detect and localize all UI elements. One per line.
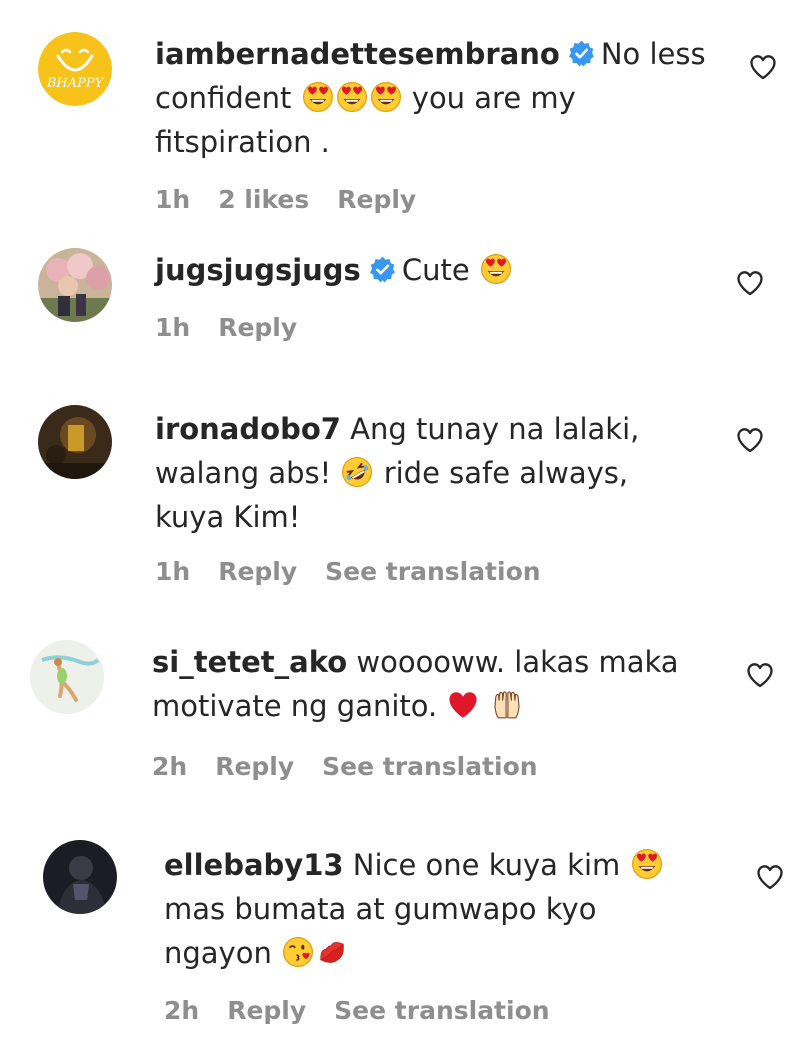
see-translation-button[interactable]: See translation — [322, 752, 537, 781]
comment-line: iambernadettesembrano No less — [155, 32, 706, 76]
comment-text-line: Nice one kuya kim — [352, 848, 621, 882]
comment-line: si_tetet_ako wooooww. lakas maka — [152, 640, 679, 684]
avatar[interactable] — [30, 640, 104, 714]
username-link[interactable]: jugsjugsjugs — [155, 253, 361, 287]
red-heart-emoji — [447, 689, 479, 721]
heart-outline-icon[interactable] — [756, 864, 784, 890]
avatar-logo-text: BHAPPY — [46, 76, 105, 91]
verified-badge-icon — [568, 40, 595, 67]
heart-eyes-emoji — [336, 81, 368, 113]
timestamp: 2h — [152, 752, 188, 781]
username-link[interactable]: ellebaby13 — [164, 848, 344, 882]
timestamp: 2h — [164, 996, 200, 1025]
comment-text-line: ride safe always, — [383, 456, 629, 490]
heart-eyes-emoji — [480, 253, 512, 285]
comment-text-line: No less — [600, 37, 706, 71]
comment-text-line: confident — [155, 81, 292, 115]
username-link[interactable]: si_tetet_ako — [152, 645, 347, 679]
comment-line: confident you are my — [155, 76, 706, 120]
comment-text-line: walang abs! — [155, 456, 332, 490]
timestamp: 1h — [155, 185, 191, 214]
heart-outline-icon[interactable] — [746, 662, 774, 688]
comment-line: fitspiration . — [155, 120, 706, 164]
heart-outline-icon[interactable] — [749, 54, 777, 80]
comment-line: ellebaby13 Nice one kuya kim — [164, 843, 664, 887]
comment-text-line: mas bumata at gumwapo kyo — [164, 892, 597, 926]
heart-eyes-emoji — [370, 81, 402, 113]
comment-text: ellebaby13 Nice one kuya kim mas bumata … — [164, 843, 664, 975]
comment-text: si_tetet_ako wooooww. lakas maka motivat… — [152, 640, 679, 728]
verified-badge-icon — [369, 256, 396, 283]
avatar[interactable] — [38, 405, 112, 479]
comment-text: iambernadettesembrano No less confident y… — [155, 32, 706, 164]
comment-text-line: motivate ng ganito. — [152, 689, 438, 723]
comment-line: ironadobo7 Ang tunay na lalaki, — [155, 407, 639, 451]
comment-text-line: Cute — [401, 253, 470, 287]
comment-line: walang abs! ride safe always, — [155, 451, 639, 495]
reply-button[interactable]: Reply — [215, 752, 294, 781]
timestamp: 1h — [155, 557, 191, 586]
comment-line: ngayon — [164, 931, 664, 975]
heart-outline-icon[interactable] — [736, 427, 764, 453]
reply-button[interactable]: Reply — [337, 185, 416, 214]
face-blowing-kiss-emoji — [282, 936, 314, 968]
reply-button[interactable]: Reply — [218, 313, 297, 342]
rolling-laughing-emoji — [341, 456, 373, 488]
comment-meta: 2h Reply See translation — [164, 996, 578, 1025]
username-link[interactable]: iambernadettesembrano — [155, 37, 560, 71]
username-link[interactable]: ironadobo7 — [155, 412, 341, 446]
comment-text-line: ngayon — [164, 936, 272, 970]
comment-text-line: fitspiration . — [155, 125, 330, 159]
comment-line: motivate ng ganito. — [152, 684, 679, 728]
heart-eyes-emoji — [631, 848, 663, 880]
see-translation-button[interactable]: See translation — [325, 557, 540, 586]
comment-meta: 1h Reply See translation — [155, 557, 569, 586]
avatar[interactable]: BHAPPY — [38, 32, 112, 106]
comment-text-line: kuya Kim! — [155, 500, 301, 534]
comment-text: ironadobo7 Ang tunay na lalaki, walang a… — [155, 407, 639, 539]
comment-text-line: you are my — [411, 81, 576, 115]
comment-line: jugsjugsjugs Cute — [155, 248, 513, 292]
see-translation-button[interactable]: See translation — [334, 996, 549, 1025]
reply-button[interactable]: Reply — [227, 996, 306, 1025]
comment-text: jugsjugsjugs Cute — [155, 248, 513, 292]
raised-hands-emoji — [491, 689, 523, 721]
heart-outline-icon[interactable] — [736, 270, 764, 296]
comment-line: mas bumata at gumwapo kyo — [164, 887, 664, 931]
comment-line: kuya Kim! — [155, 495, 639, 539]
comment-meta: 1h 2 likes Reply — [155, 185, 444, 214]
avatar[interactable] — [38, 248, 112, 322]
kiss-mark-emoji — [316, 936, 348, 968]
reply-button[interactable]: Reply — [218, 557, 297, 586]
avatar[interactable] — [43, 840, 117, 914]
comment-meta: 1h Reply — [155, 313, 325, 342]
heart-eyes-emoji — [302, 81, 334, 113]
comment-meta: 2h Reply See translation — [152, 752, 566, 781]
timestamp: 1h — [155, 313, 191, 342]
likes-count[interactable]: 2 likes — [218, 185, 309, 214]
comment-text-line: Ang tunay na lalaki, — [350, 412, 640, 446]
comment-text-line: wooooww. lakas maka — [356, 645, 679, 679]
